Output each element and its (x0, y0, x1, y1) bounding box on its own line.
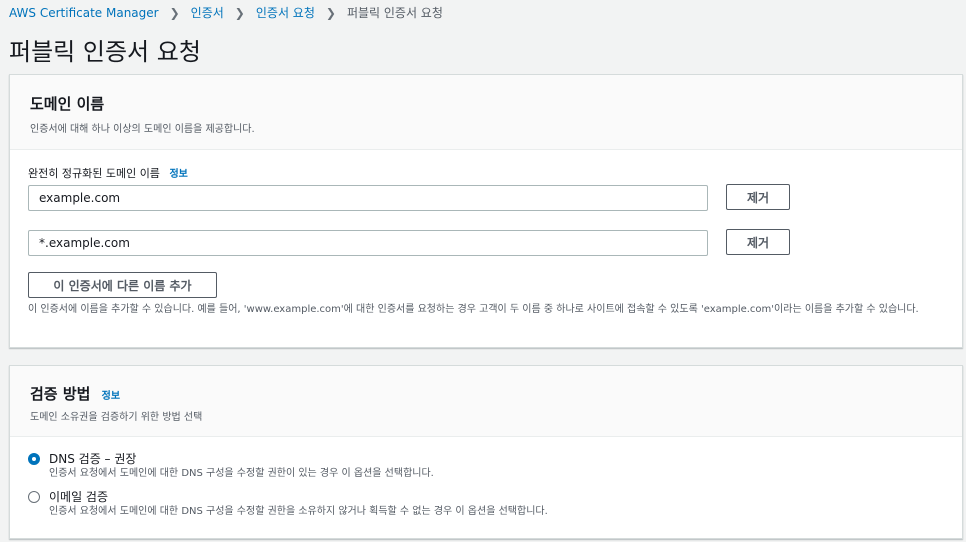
dns-validation-text: DNS 검증 – 권장 인증서 요청에서 도메인에 대한 DNS 구성을 수정할… (49, 452, 434, 480)
fqdn-label: 완전히 정규화된 도메인 이름 정보 (28, 165, 188, 181)
validation-method-header: 검증 방법 정보 도메인 소유권을 검증하기 위한 방법 선택 (10, 366, 962, 437)
dns-validation-description: 인증서 요청에서 도메인에 대한 DNS 구성을 수정할 권한이 있는 경우 이… (49, 468, 434, 479)
dns-validation-label: DNS 검증 – 권장 (49, 452, 137, 466)
domain-names-title: 도메인 이름 (30, 95, 105, 113)
email-validation-text: 이메일 검증 인증서 요청에서 도메인에 대한 DNS 구성을 수정할 권한을 … (49, 490, 548, 518)
breadcrumb-request-link[interactable]: 인증서 요청 (256, 4, 315, 21)
breadcrumb-certificates-link[interactable]: 인증서 (191, 4, 224, 21)
breadcrumb: AWS Certificate Manager ❯ 인증서 ❯ 인증서 요청 ❯… (9, 4, 443, 21)
domain-input-2[interactable] (28, 230, 708, 256)
add-domain-name-button[interactable]: 이 인증서에 다른 이름 추가 (28, 272, 217, 298)
domain-names-panel: 도메인 이름 인증서에 대해 하나 이상의 도메인 이름을 제공합니다. 완전히… (9, 74, 963, 348)
remove-domain-2-button[interactable]: 제거 (726, 229, 790, 255)
chevron-right-icon: ❯ (169, 5, 180, 20)
fqdn-info-link[interactable]: 정보 (169, 169, 187, 180)
domain-names-description: 인증서에 대해 하나 이상의 도메인 이름을 제공합니다. (30, 124, 255, 135)
validation-method-title: 검증 방법 (30, 385, 91, 403)
chevron-right-icon: ❯ (234, 5, 245, 20)
email-validation-label: 이메일 검증 (49, 490, 109, 504)
remove-domain-1-button[interactable]: 제거 (726, 184, 790, 210)
validation-info-link[interactable]: 정보 (102, 391, 120, 402)
email-validation-description: 인증서 요청에서 도메인에 대한 DNS 구성을 수정할 권한을 소유하지 않거… (49, 506, 548, 517)
add-name-help-text: 이 인증서에 이름을 추가할 수 있습니다. 예를 들어, 'www.examp… (28, 304, 919, 315)
page-title: 퍼블릭 인증서 요청 (9, 38, 201, 66)
domain-names-header: 도메인 이름 인증서에 대해 하나 이상의 도메인 이름을 제공합니다. (10, 75, 962, 150)
validation-method-panel: 검증 방법 정보 도메인 소유권을 검증하기 위한 방법 선택 DNS 검증 –… (9, 365, 963, 539)
validation-method-description: 도메인 소유권을 검증하기 위한 방법 선택 (30, 412, 203, 423)
breadcrumb-current: 퍼블릭 인증서 요청 (346, 6, 443, 20)
validation-method-title-row: 검증 방법 정보 (30, 383, 120, 404)
chevron-right-icon: ❯ (325, 5, 336, 20)
dns-validation-radio[interactable] (28, 453, 40, 465)
email-validation-radio[interactable] (28, 491, 40, 503)
dns-validation-option[interactable]: DNS 검증 – 권장 인증서 요청에서 도메인에 대한 DNS 구성을 수정할… (28, 452, 434, 480)
breadcrumb-acm-link[interactable]: AWS Certificate Manager (9, 6, 159, 20)
domain-input-1[interactable] (28, 185, 708, 211)
email-validation-option[interactable]: 이메일 검증 인증서 요청에서 도메인에 대한 DNS 구성을 수정할 권한을 … (28, 490, 548, 518)
fqdn-label-text: 완전히 정규화된 도메인 이름 (28, 167, 160, 180)
